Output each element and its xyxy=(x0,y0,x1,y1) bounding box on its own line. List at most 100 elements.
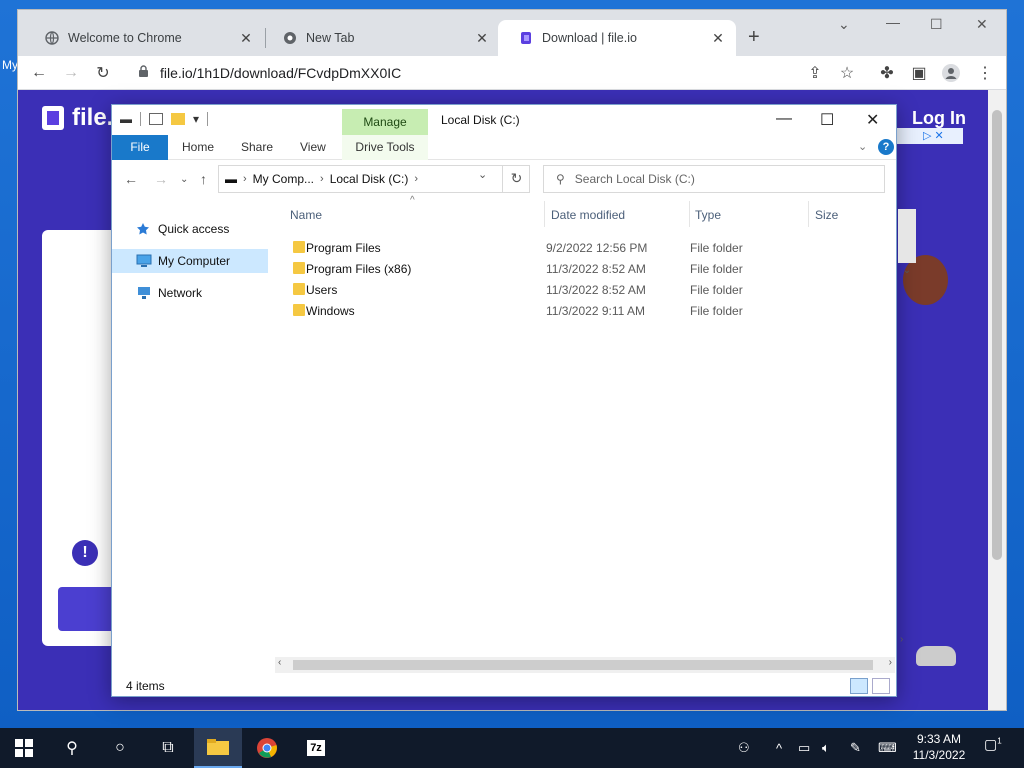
column-divider[interactable] xyxy=(544,201,545,227)
column-header-date[interactable]: Date modified xyxy=(551,208,625,222)
nav-my-computer[interactable]: My Computer xyxy=(112,249,268,273)
page-scrollbar[interactable] xyxy=(988,90,1006,710)
properties-icon[interactable] xyxy=(149,113,163,125)
back-icon[interactable]: ← xyxy=(28,62,50,84)
extensions-icon[interactable]: ✤ xyxy=(876,62,898,84)
search-input[interactable]: ⚲ Search Local Disk (C:) xyxy=(543,165,885,193)
tab-home[interactable]: Home xyxy=(172,135,224,160)
nav-quick-access[interactable]: Quick access xyxy=(112,217,268,241)
tab-drive-tools[interactable]: Drive Tools xyxy=(342,135,428,160)
side-panel-icon[interactable]: ▣ xyxy=(908,62,930,84)
new-folder-icon[interactable] xyxy=(171,113,185,125)
ad-image-shoe[interactable] xyxy=(916,646,956,666)
forward-icon[interactable]: → xyxy=(60,62,82,84)
tab-welcome[interactable]: Welcome to Chrome ✕ xyxy=(24,20,264,56)
tab-strip: Welcome to Chrome ✕ New Tab ✕ Download |… xyxy=(18,10,1006,56)
task-view-icon[interactable]: ⧉ xyxy=(144,728,192,768)
table-row[interactable]: Program Files (x86) 11/3/2022 8:52 AM Fi… xyxy=(288,258,888,279)
tab-view[interactable]: View xyxy=(290,135,336,160)
expand-ribbon-icon[interactable]: ⌄ xyxy=(858,140,867,153)
search-icon[interactable]: ⚲ xyxy=(48,728,96,768)
customize-qat-icon[interactable]: ▾ xyxy=(193,112,199,126)
close-window-icon[interactable]: ✕ xyxy=(866,110,879,130)
column-header-name[interactable]: Name xyxy=(290,208,322,222)
system-clock[interactable]: 9:33 AM 11/3/2022 xyxy=(910,731,968,763)
minimize-icon[interactable]: — xyxy=(886,14,900,30)
recent-locations-icon[interactable]: ⌄ xyxy=(180,174,188,185)
new-tab-icon[interactable]: + xyxy=(748,26,760,49)
chevron-down-icon[interactable]: ⌄ xyxy=(478,168,487,181)
7zip-taskbar-icon[interactable]: 7z xyxy=(292,728,340,768)
volume-icon[interactable]: 🔈︎ xyxy=(822,728,830,768)
chevron-down-icon[interactable]: ⌄ xyxy=(899,265,915,283)
forward-icon[interactable]: → xyxy=(154,171,168,187)
table-row[interactable]: Users 11/3/2022 8:52 AM File folder xyxy=(288,279,888,300)
chevron-right-icon[interactable]: › xyxy=(414,173,418,185)
tab-file[interactable]: File xyxy=(112,135,168,160)
chevron-right-icon[interactable]: › xyxy=(243,173,247,185)
scroll-right-icon[interactable]: › xyxy=(900,634,903,645)
desktop-icon-label[interactable]: My xyxy=(2,58,18,72)
fileio-logo[interactable]: file. xyxy=(42,104,113,132)
reload-icon[interactable]: ↻ xyxy=(92,62,114,84)
chrome-taskbar-icon[interactable] xyxy=(243,728,291,768)
manage-context-tab[interactable]: Manage xyxy=(342,109,428,135)
cortana-icon[interactable]: ○ xyxy=(96,728,144,768)
people-icon[interactable]: ⚇ xyxy=(738,728,750,768)
minimize-icon[interactable]: — xyxy=(776,110,792,128)
scrollbar-thumb[interactable] xyxy=(992,110,1002,560)
close-icon[interactable]: ✕ xyxy=(474,30,490,47)
scrollbar-thumb[interactable] xyxy=(293,660,873,670)
file-type: File folder xyxy=(690,283,743,297)
scroll-right-icon[interactable]: › xyxy=(889,657,892,668)
chevron-down-icon[interactable]: ⌄ xyxy=(838,16,850,33)
file-date: 9/2/2022 12:56 PM xyxy=(546,241,648,255)
details-view-icon[interactable] xyxy=(850,678,868,694)
column-divider[interactable] xyxy=(808,201,809,227)
breadcrumb-local-disk[interactable]: Local Disk (C:) xyxy=(330,172,409,186)
notification-center-icon[interactable]: ▢1 xyxy=(984,736,1002,753)
start-button[interactable] xyxy=(0,728,48,768)
close-icon[interactable]: ✕ xyxy=(238,30,254,47)
pen-icon[interactable]: ✎ xyxy=(850,728,861,768)
tab-download-fileio[interactable]: Download | file.io ✕ xyxy=(498,20,736,56)
profile-avatar-icon[interactable] xyxy=(940,62,962,84)
close-window-icon[interactable]: ✕ xyxy=(976,16,988,33)
bookmark-star-icon[interactable]: ☆ xyxy=(836,62,858,84)
maximize-icon[interactable]: ☐ xyxy=(930,16,943,33)
tab-share[interactable]: Share xyxy=(231,135,283,160)
help-icon[interactable]: ? xyxy=(878,139,894,155)
refresh-icon[interactable]: ↻ xyxy=(502,165,530,193)
share-icon[interactable]: ⇪ xyxy=(804,62,826,84)
back-icon[interactable]: ← xyxy=(124,171,138,187)
vertical-scrollbar[interactable] xyxy=(898,209,916,263)
table-row[interactable]: Windows 11/3/2022 9:11 AM File folder xyxy=(288,300,888,321)
chevron-up-icon[interactable]: ^ xyxy=(776,728,782,768)
up-icon[interactable]: ↑ xyxy=(200,171,207,187)
menu-kebab-icon[interactable]: ⋮ xyxy=(974,62,996,84)
url-text: file.io/1h1D/download/FCvdpDmXX0IC xyxy=(160,65,402,81)
ad-close-icon[interactable]: ▷ ✕ xyxy=(923,130,944,142)
column-divider[interactable] xyxy=(689,201,690,227)
login-link[interactable]: Log In xyxy=(912,108,966,129)
divider xyxy=(207,112,209,126)
column-header-size[interactable]: Size xyxy=(815,208,838,222)
close-icon[interactable]: ✕ xyxy=(710,30,726,47)
network-status-icon[interactable]: ▭ xyxy=(798,728,810,768)
tab-label: New Tab xyxy=(306,31,355,45)
keyboard-icon[interactable]: ⌨ xyxy=(878,728,897,768)
maximize-icon[interactable]: ☐ xyxy=(820,110,834,130)
chevron-right-icon[interactable]: › xyxy=(320,173,324,185)
scroll-left-icon[interactable]: ‹ xyxy=(278,657,281,668)
column-header-type[interactable]: Type xyxy=(695,208,721,222)
large-icons-view-icon[interactable] xyxy=(872,678,890,694)
tab-new-tab[interactable]: New Tab ✕ xyxy=(262,20,500,56)
ad-choices-bar[interactable]: ▷ ✕ xyxy=(893,128,963,144)
file-name: Program Files xyxy=(306,241,381,255)
address-bar[interactable]: file.io/1h1D/download/FCvdpDmXX0IC xyxy=(126,59,846,87)
breadcrumb-my-computer[interactable]: My Comp... xyxy=(253,172,314,186)
table-row[interactable]: Program Files 9/2/2022 12:56 PM File fol… xyxy=(288,237,888,258)
horizontal-scrollbar[interactable]: ‹ › xyxy=(275,657,895,673)
nav-network[interactable]: Network xyxy=(112,281,268,305)
file-explorer-taskbar-icon[interactable] xyxy=(194,728,242,768)
